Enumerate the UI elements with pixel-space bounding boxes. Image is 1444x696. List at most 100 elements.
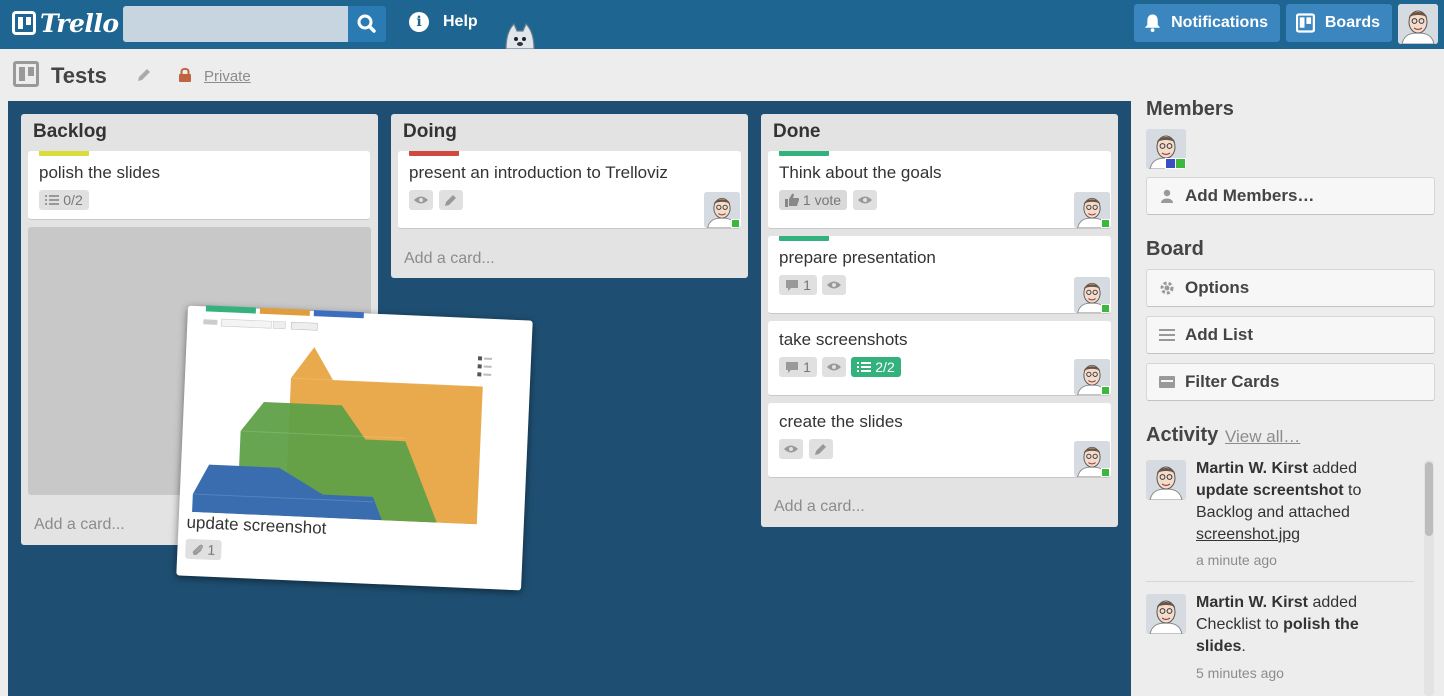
card-present-intro[interactable]: present an introduction to Trelloviz: [398, 151, 741, 229]
card-member-avatar[interactable]: [704, 192, 740, 228]
card-prepare-presentation[interactable]: prepare presentation 1: [768, 236, 1111, 314]
add-card-link[interactable]: Add a card...: [774, 498, 865, 516]
help-button[interactable]: i Help: [409, 12, 478, 32]
activity-attachment-link[interactable]: screenshot.jpg: [1196, 526, 1300, 543]
info-icon: i: [409, 12, 429, 32]
card-member-avatar[interactable]: [1074, 277, 1110, 313]
visibility-link[interactable]: Private: [204, 68, 251, 85]
add-card-link[interactable]: Add a card...: [34, 516, 125, 534]
eye-icon: [414, 196, 428, 204]
activity-avatar[interactable]: [1146, 594, 1186, 634]
comment-count: 1: [803, 277, 811, 293]
board-title[interactable]: Tests: [51, 63, 107, 89]
checklist-icon: [857, 362, 872, 372]
card-member-avatar[interactable]: [1074, 359, 1110, 395]
trello-logo[interactable]: Trello: [12, 8, 119, 38]
comment-count: 1: [803, 359, 811, 375]
watch-badge: [822, 275, 846, 295]
search-input[interactable]: [123, 6, 348, 42]
card-polish-slides[interactable]: polish the slides 0/2: [28, 151, 370, 220]
add-list-button[interactable]: Add List: [1146, 316, 1435, 354]
card-label: [779, 151, 829, 156]
activity-time: a minute ago: [1196, 552, 1277, 568]
vote-count: 1 vote: [802, 192, 842, 208]
gear-icon: [1160, 281, 1174, 295]
watch-badge: [853, 190, 877, 210]
filter-cards-label: Filter Cards: [1185, 372, 1280, 391]
search-button[interactable]: [348, 6, 386, 42]
boards-icon: [1296, 13, 1315, 33]
options-label: Options: [1185, 278, 1250, 297]
card-member-avatar[interactable]: [1074, 192, 1110, 228]
activity-card-link[interactable]: update screentshot: [1196, 482, 1344, 499]
help-label: Help: [443, 13, 478, 30]
activity-text: to: [1348, 482, 1362, 499]
add-members-button[interactable]: Add Members…: [1146, 177, 1435, 215]
checklist-complete-badge: 2/2: [851, 357, 901, 377]
list-icon: [1159, 329, 1175, 341]
view-all-link[interactable]: View all…: [1225, 427, 1300, 447]
card-label: [409, 151, 459, 156]
eye-icon: [858, 196, 872, 204]
description-badge: [439, 190, 463, 210]
user-avatar[interactable]: [1398, 4, 1438, 44]
attachment-count: 1: [207, 541, 216, 559]
list-title: Done: [773, 121, 821, 142]
activity-text: Checklist to: [1196, 616, 1279, 633]
watch-badge: [409, 190, 433, 210]
watch-badge: [779, 439, 803, 459]
card-label: [39, 151, 89, 156]
checklist-icon: [45, 195, 60, 205]
search-icon: [357, 14, 376, 33]
card-member-avatar[interactable]: [1074, 441, 1110, 477]
add-members-label: Add Members…: [1185, 186, 1315, 205]
comments-badge: 1: [779, 275, 817, 295]
filter-cards-button[interactable]: Filter Cards: [1146, 363, 1435, 401]
activity-text: .: [1241, 638, 1246, 655]
list-title: Doing: [403, 121, 457, 142]
dragged-card-update-screenshot[interactable]: update screenshot 1: [176, 305, 533, 591]
activity-avatar[interactable]: [1146, 460, 1186, 500]
eye-icon: [827, 281, 841, 289]
activity-user[interactable]: Martin W. Kirst: [1196, 460, 1308, 477]
boards-button[interactable]: Boards: [1286, 4, 1392, 42]
card-cover-image: [187, 313, 494, 525]
filter-card-icon: [1159, 376, 1175, 388]
online-indicator: [1175, 158, 1186, 169]
card-take-screenshots[interactable]: take screenshots 1 2/2: [768, 321, 1111, 396]
card-title: present an introduction to Trelloviz: [409, 163, 668, 182]
card-title: polish the slides: [39, 163, 160, 182]
comments-badge: 1: [779, 357, 817, 377]
options-button[interactable]: Options: [1146, 269, 1435, 307]
member-avatar[interactable]: [1146, 129, 1186, 169]
activity-scrollbar-thumb[interactable]: [1425, 462, 1433, 536]
activity-time: 5 minutes ago: [1196, 665, 1284, 681]
top-header: Trello i Help Notifications Boards: [0, 0, 1444, 49]
comment-icon: [786, 361, 799, 373]
activity-divider: [1146, 581, 1414, 582]
board-heading: Board: [1146, 238, 1204, 260]
activity-verb: added: [1312, 460, 1357, 477]
card-label: [205, 305, 257, 314]
eye-icon: [784, 445, 798, 453]
list-title: Backlog: [33, 121, 107, 142]
add-card-link[interactable]: Add a card...: [404, 250, 495, 268]
members-heading: Members: [1146, 98, 1234, 120]
notifications-button[interactable]: Notifications: [1134, 4, 1280, 42]
pencil-icon: [445, 195, 456, 206]
card-title: Think about the goals: [779, 163, 942, 182]
bell-icon: [1144, 14, 1161, 33]
description-badge: [809, 439, 833, 459]
activity-user[interactable]: Martin W. Kirst: [1196, 594, 1308, 611]
activity-heading: Activity: [1146, 424, 1219, 446]
card-create-slides[interactable]: create the slides: [768, 403, 1111, 478]
checklist-count: 0/2: [63, 192, 83, 208]
card-think-goals[interactable]: Think about the goals 1 vote: [768, 151, 1111, 229]
eye-icon: [827, 363, 841, 371]
edit-pencil-icon[interactable]: [136, 67, 152, 83]
logo-text: Trello: [40, 8, 119, 38]
vote-badge: 1 vote: [779, 190, 847, 210]
lock-icon: [179, 67, 191, 82]
checklist-badge: 0/2: [39, 190, 89, 210]
card-title: create the slides: [779, 412, 903, 431]
